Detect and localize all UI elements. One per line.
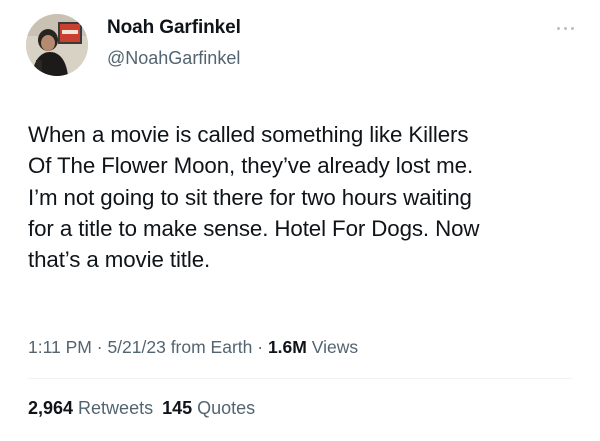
views-count: 1.6M — [267, 337, 307, 357]
meta-separator: · — [252, 337, 268, 357]
author-name[interactable]: Noah Garfinkel — [107, 17, 241, 39]
avatar[interactable] — [26, 14, 88, 76]
views-label: Views — [306, 337, 359, 357]
tweet-meta: 1:11 PM · 5/21/23 from Earth · 1.6M View… — [28, 337, 358, 358]
more-options-icon[interactable] — [555, 24, 577, 34]
meta-separator: · — [91, 337, 108, 357]
quotes-link[interactable]: 145 Quotes — [162, 398, 255, 418]
tweet-line: that’s a movie title. — [28, 247, 211, 273]
retweets-count: 2,964 — [28, 398, 74, 418]
retweets-label: Retweets — [73, 398, 154, 418]
tweet-source: from Earth — [165, 337, 253, 357]
divider — [28, 378, 572, 379]
more-dot — [564, 27, 567, 30]
author-handle[interactable]: @NoahGarfinkel — [107, 48, 240, 69]
tweet-time[interactable]: 1:11 PM — [28, 337, 92, 357]
tweet-line: When a movie is called something like Ki… — [28, 122, 469, 147]
quotes-label: Quotes — [192, 398, 256, 418]
more-dot — [571, 27, 574, 30]
tweet-card: Noah Garfinkel @NoahGarfinkel When a mov… — [0, 0, 600, 441]
tweet-line: Of The Flower Moon, they’ve already lost… — [28, 153, 474, 179]
quotes-count: 145 — [162, 398, 193, 418]
tweet-line: for a title to make sense. Hotel For Dog… — [28, 215, 480, 241]
tweet-stats: 2,964 Retweets 145 Quotes — [28, 398, 255, 419]
avatar-image — [26, 14, 88, 76]
tweet-date[interactable]: 5/21/23 — [107, 337, 165, 357]
tweet-text: When a movie is called something like Ki… — [28, 119, 584, 275]
retweets-link[interactable]: 2,964 Retweets — [28, 398, 153, 418]
tweet-line: I’m not going to sit there for two hours… — [28, 184, 472, 210]
more-dot — [557, 27, 560, 30]
